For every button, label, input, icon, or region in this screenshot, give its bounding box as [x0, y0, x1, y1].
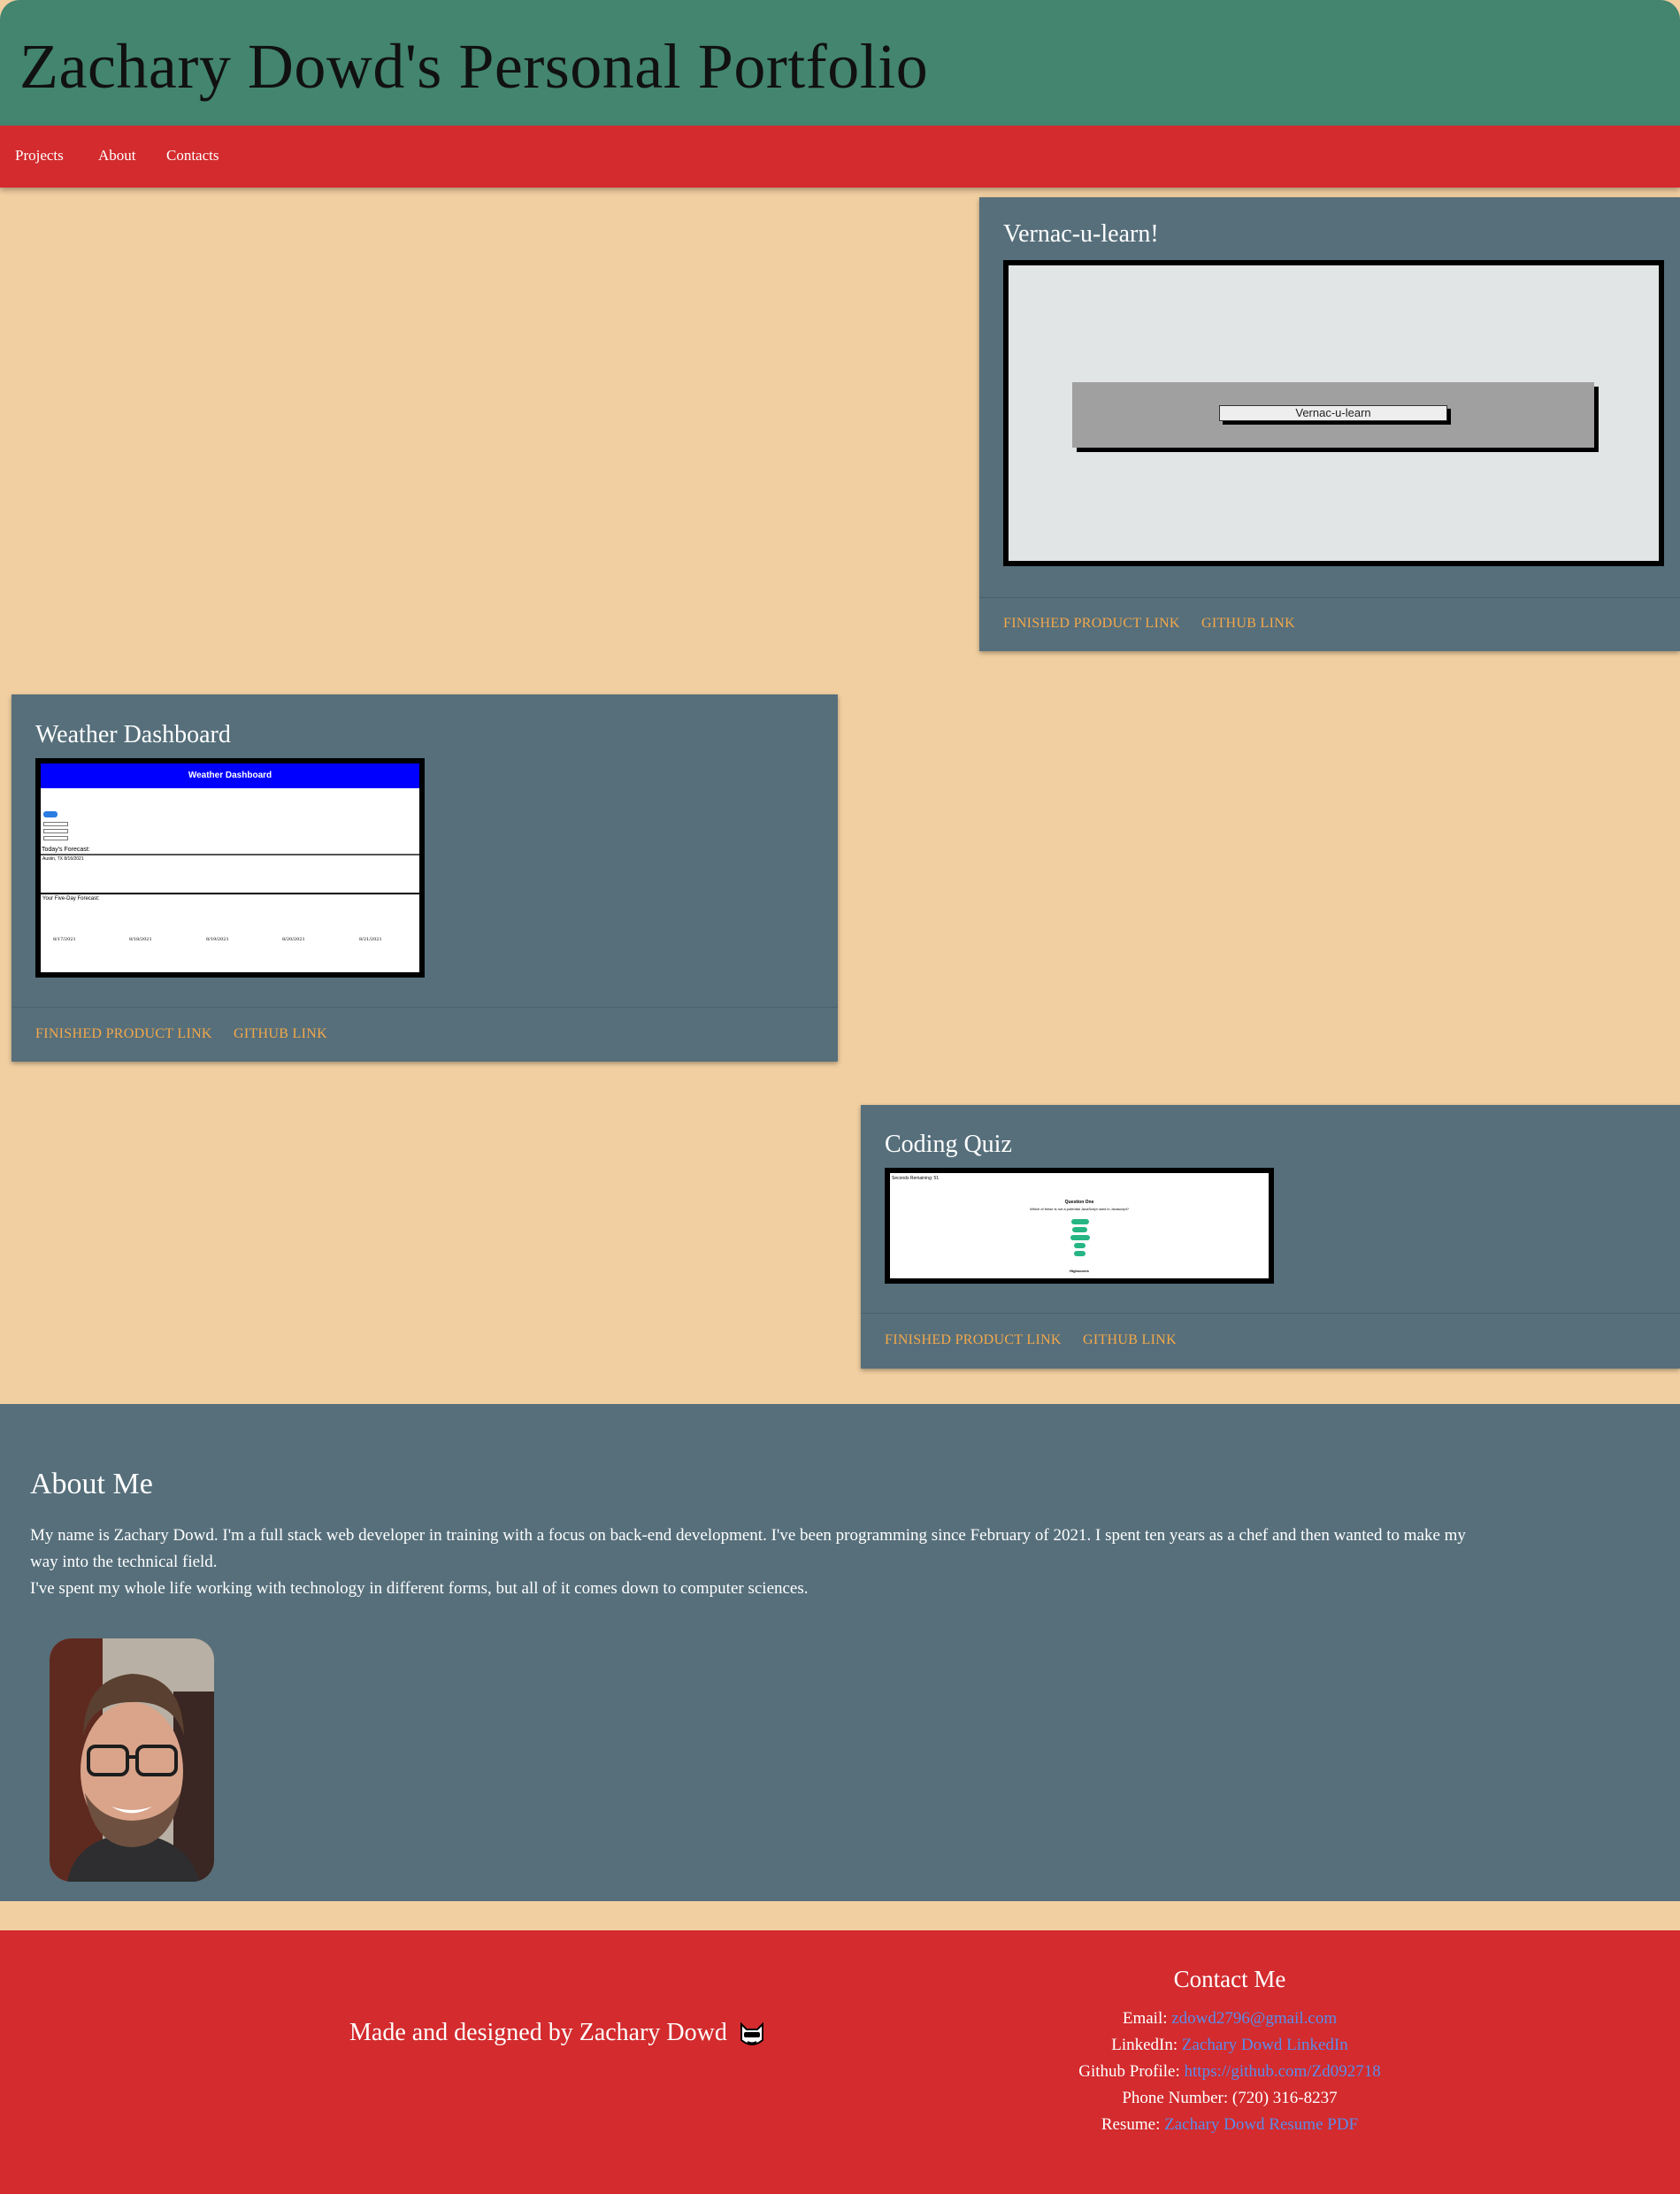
screenshot-search-button	[43, 811, 58, 817]
github-link[interactable]: GITHUB LINK	[1201, 616, 1295, 632]
contact-section: Contact Me Email: zdowd2796@gmail.com Li…	[982, 1966, 1477, 2138]
github-link[interactable]: GITHUB LINK	[234, 1026, 327, 1042]
page-title: Zachary Dowd's Personal Portfolio	[19, 31, 929, 102]
screenshot-today-heading: Today's Forecast:	[42, 847, 90, 853]
nav-about[interactable]: About	[98, 147, 136, 165]
screenshot-timer: Seconds Remaining: 51	[892, 1176, 940, 1181]
project-screenshot[interactable]: Weather Dashboard Today's Forecast: Aust…	[35, 758, 425, 978]
contact-phone: Phone Number: (720) 316-8237	[982, 2085, 1477, 2112]
contact-label: Phone Number:	[1122, 2089, 1229, 2107]
resume-link[interactable]: Zachary Dowd Resume PDF	[1164, 2115, 1358, 2134]
site-header: Zachary Dowd's Personal Portfolio	[0, 0, 1680, 126]
footer-credit: Made and designed by Zachary Dowd	[349, 2019, 765, 2049]
screenshot-highscores: Highscores	[1070, 1269, 1089, 1273]
finished-product-link[interactable]: FINISHED PRODUCT LINK	[885, 1332, 1062, 1348]
project-title: Vernac-u-learn!	[1003, 220, 1159, 248]
screenshot-question-heading: Question One	[1064, 1200, 1094, 1205]
contact-heading: Contact Me	[1173, 1966, 1286, 1992]
finished-product-link[interactable]: FINISHED PRODUCT LINK	[35, 1026, 212, 1042]
phone-number: (720) 316-8237	[1231, 2089, 1338, 2107]
screenshot-day: 8/19/2021	[206, 937, 229, 942]
screenshot-question: Which of these is not a potential JavaSc…	[1030, 1207, 1129, 1211]
contact-label: Email:	[1122, 2009, 1168, 2028]
github-profile-link[interactable]: https://github.com/Zd092718	[1185, 2062, 1381, 2081]
card-divider	[861, 1313, 1680, 1314]
site-footer: Made and designed by Zachary Dowd Contac…	[0, 1930, 1680, 2194]
screenshot-label: Vernac-u-learn	[1219, 405, 1447, 421]
contact-label: Github Profile:	[1078, 2062, 1180, 2081]
project-screenshot[interactable]: Seconds Remaining: 51 Question One Which…	[885, 1168, 1274, 1284]
email-link[interactable]: zdowd2796@gmail.com	[1171, 2009, 1337, 2028]
cat-mask-icon	[740, 2021, 763, 2045]
screenshot-day: 8/21/2021	[359, 937, 382, 942]
project-card-vernac: Vernac-u-learn! Vernac-u-learn FINISHED …	[979, 197, 1680, 651]
project-screenshot[interactable]: Vernac-u-learn	[1003, 260, 1664, 566]
nav-projects[interactable]: Projects	[15, 147, 64, 165]
contact-linkedin: LinkedIn: Zachary Dowd LinkedIn	[982, 2032, 1477, 2059]
screenshot-banner: Vernac-u-learn	[1072, 382, 1594, 448]
screenshot-day: 8/18/2021	[129, 937, 152, 942]
about-paragraph-line: way into the technical field.	[30, 1553, 218, 1571]
screenshot-history-item	[43, 836, 68, 840]
screenshot-answer	[1074, 1243, 1085, 1248]
github-link[interactable]: GITHUB LINK	[1083, 1332, 1177, 1348]
contact-label: LinkedIn:	[1111, 2036, 1178, 2054]
project-card-quiz: Coding Quiz Seconds Remaining: 51 Questi…	[861, 1105, 1680, 1369]
project-title: Weather Dashboard	[35, 721, 231, 748]
contact-email: Email: zdowd2796@gmail.com	[982, 2006, 1477, 2032]
card-divider	[979, 597, 1680, 598]
main-nav: Projects About Contacts	[0, 126, 1680, 188]
footer-credit-text: Made and designed by Zachary Dowd	[349, 2019, 727, 2046]
linkedin-link[interactable]: Zachary Dowd LinkedIn	[1182, 2036, 1348, 2054]
card-divider	[12, 1007, 838, 1008]
screenshot-forecast-heading: Your Five-Day Forecast:	[42, 896, 100, 901]
screenshot-day: 8/20/2021	[282, 937, 305, 942]
contact-resume: Resume: Zachary Dowd Resume PDF	[982, 2112, 1477, 2138]
screenshot-answer	[1071, 1219, 1089, 1224]
screenshot-history-item	[43, 829, 68, 833]
screenshot-answer	[1072, 1227, 1087, 1232]
finished-product-link[interactable]: FINISHED PRODUCT LINK	[1003, 616, 1180, 632]
profile-photo-illustration	[50, 1638, 214, 1882]
screenshot-today-city: Austin, TX 8/16/2021	[42, 856, 84, 862]
project-title: Coding Quiz	[885, 1131, 1012, 1158]
contact-github: Github Profile: https://github.com/Zd092…	[982, 2059, 1477, 2085]
profile-photo	[50, 1638, 214, 1882]
screenshot-answer	[1070, 1235, 1090, 1240]
about-paragraph-2: I've spent my whole life working with te…	[30, 1579, 809, 1598]
screenshot-today-box: Austin, TX 8/16/2021	[41, 854, 419, 894]
project-card-weather: Weather Dashboard Weather Dashboard Toda…	[12, 694, 838, 1062]
about-heading: About Me	[30, 1468, 153, 1500]
screenshot-answer	[1074, 1251, 1085, 1256]
about-paragraph-line: My name is Zachary Dowd. I'm a full stac…	[30, 1526, 1466, 1545]
contact-label: Resume:	[1101, 2115, 1161, 2134]
about-section: About Me My name is Zachary Dowd. I'm a …	[0, 1404, 1680, 1901]
screenshot-header: Weather Dashboard	[41, 763, 419, 788]
screenshot-history-item	[43, 822, 68, 826]
nav-contacts[interactable]: Contacts	[166, 147, 219, 165]
screenshot-day: 8/17/2021	[53, 937, 76, 942]
